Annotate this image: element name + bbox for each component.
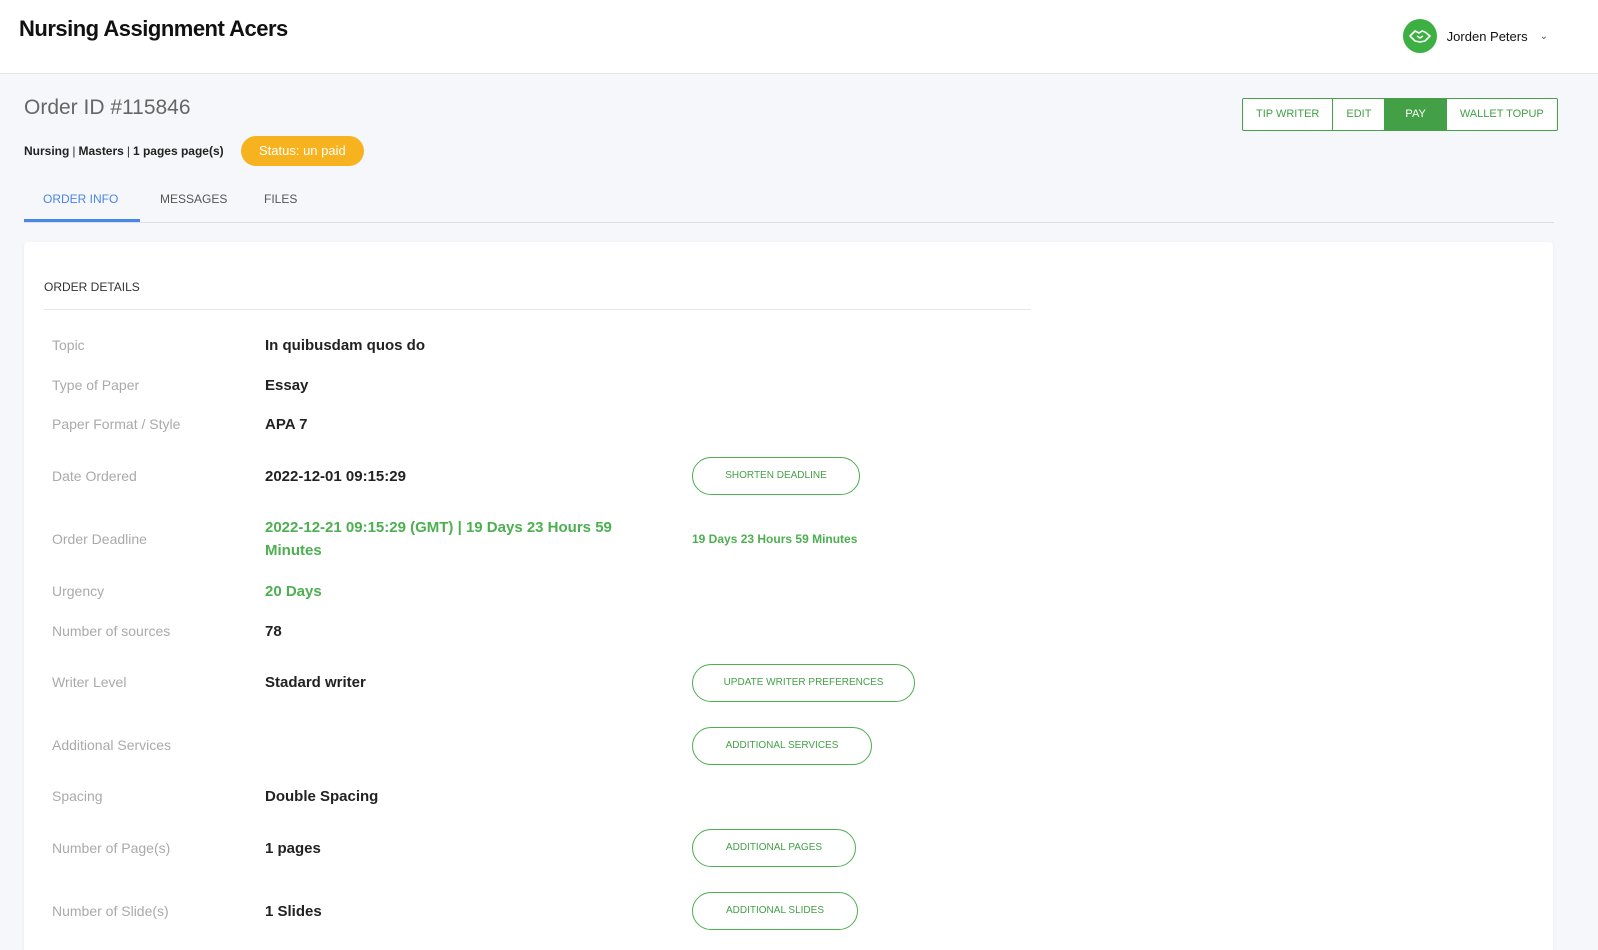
tab-files[interactable]: FILES bbox=[264, 192, 297, 206]
pages-label: Number of Page(s) bbox=[52, 840, 171, 856]
deadline-label: Order Deadline bbox=[52, 531, 147, 547]
order-level: Masters bbox=[78, 144, 124, 158]
order-meta: Nursing | Masters | 1 pages page(s) bbox=[24, 144, 224, 158]
deadline-countdown: 19 Days 23 Hours 59 Minutes bbox=[692, 532, 858, 546]
writer-level-value: Stadard writer bbox=[265, 674, 366, 691]
pages-value: 1 pages bbox=[265, 840, 321, 857]
format-value: APA 7 bbox=[265, 416, 308, 433]
deadline-value: 2022-12-21 09:15:29 (GMT) | 19 Days 23 H… bbox=[265, 519, 612, 559]
date-ordered-label: Date Ordered bbox=[52, 468, 137, 484]
shorten-deadline-button[interactable]: SHORTEN DEADLINE bbox=[692, 457, 860, 495]
writer-level-label: Writer Level bbox=[52, 674, 127, 690]
order-subject: Nursing bbox=[24, 144, 70, 158]
brand-logo[interactable]: Nursing Assignment Acers bbox=[19, 16, 288, 42]
additional-slides-button[interactable]: ADDITIONAL SLIDES bbox=[692, 892, 858, 930]
format-label: Paper Format / Style bbox=[52, 416, 181, 432]
edit-button[interactable]: EDIT bbox=[1333, 99, 1386, 130]
urgency-value: 20 Days bbox=[265, 583, 322, 600]
additional-services-button[interactable]: ADDITIONAL SERVICES bbox=[692, 727, 872, 765]
slides-label: Number of Slide(s) bbox=[52, 903, 169, 919]
pay-button[interactable]: PAY bbox=[1385, 99, 1447, 130]
user-name: Jorden Peters bbox=[1446, 28, 1528, 44]
paper-type-value: Essay bbox=[265, 377, 309, 394]
spacing-label: Spacing bbox=[52, 788, 103, 804]
additional-services-label: Additional Services bbox=[52, 737, 172, 753]
sources-value: 78 bbox=[265, 623, 282, 640]
topic-value: In quibusdam quos do bbox=[265, 337, 425, 354]
active-tab-indicator bbox=[24, 219, 140, 222]
divider bbox=[44, 309, 1031, 310]
tab-order-info[interactable]: ORDER INFO bbox=[43, 192, 118, 206]
sources-label: Number of sources bbox=[52, 623, 171, 639]
tab-messages[interactable]: MESSAGES bbox=[160, 192, 227, 206]
slides-value: 1 Slides bbox=[265, 903, 322, 920]
order-details-card: ORDER DETAILS Topic In quibusdam quos do… bbox=[24, 242, 1553, 950]
meta-separator: | bbox=[126, 144, 130, 158]
order-tabs: ORDER INFO MESSAGES FILES bbox=[24, 182, 1554, 223]
update-writer-preferences-button[interactable]: UPDATE WRITER PREFERENCES bbox=[692, 664, 915, 702]
handshake-icon bbox=[1402, 19, 1437, 53]
paper-type-label: Type of Paper bbox=[52, 377, 140, 393]
chevron-down-icon[interactable]: ⌄ bbox=[1540, 31, 1548, 42]
order-title: Order ID #115846 bbox=[24, 96, 191, 119]
urgency-label: Urgency bbox=[52, 583, 105, 599]
order-action-group: TIP WRITER EDIT PAY WALLET TOPUP bbox=[1242, 98, 1558, 131]
status-badge: Status: un paid bbox=[241, 136, 364, 166]
date-ordered-value: 2022-12-01 09:15:29 bbox=[265, 468, 406, 485]
section-title: ORDER DETAILS bbox=[44, 280, 140, 294]
spacing-value: Double Spacing bbox=[265, 788, 379, 805]
additional-pages-button[interactable]: ADDITIONAL PAGES bbox=[692, 829, 856, 867]
user-menu[interactable]: Jorden Peters ⌄ bbox=[1402, 19, 1548, 53]
wallet-topup-button[interactable]: WALLET TOPUP bbox=[1446, 99, 1557, 130]
order-pages: 1 pages page(s) bbox=[132, 144, 224, 158]
meta-separator: | bbox=[72, 144, 76, 158]
tip-writer-button[interactable]: TIP WRITER bbox=[1243, 99, 1334, 130]
top-navbar: Nursing Assignment Acers Jorden Peters ⌄ bbox=[0, 0, 1598, 74]
topic-label: Topic bbox=[52, 337, 85, 353]
